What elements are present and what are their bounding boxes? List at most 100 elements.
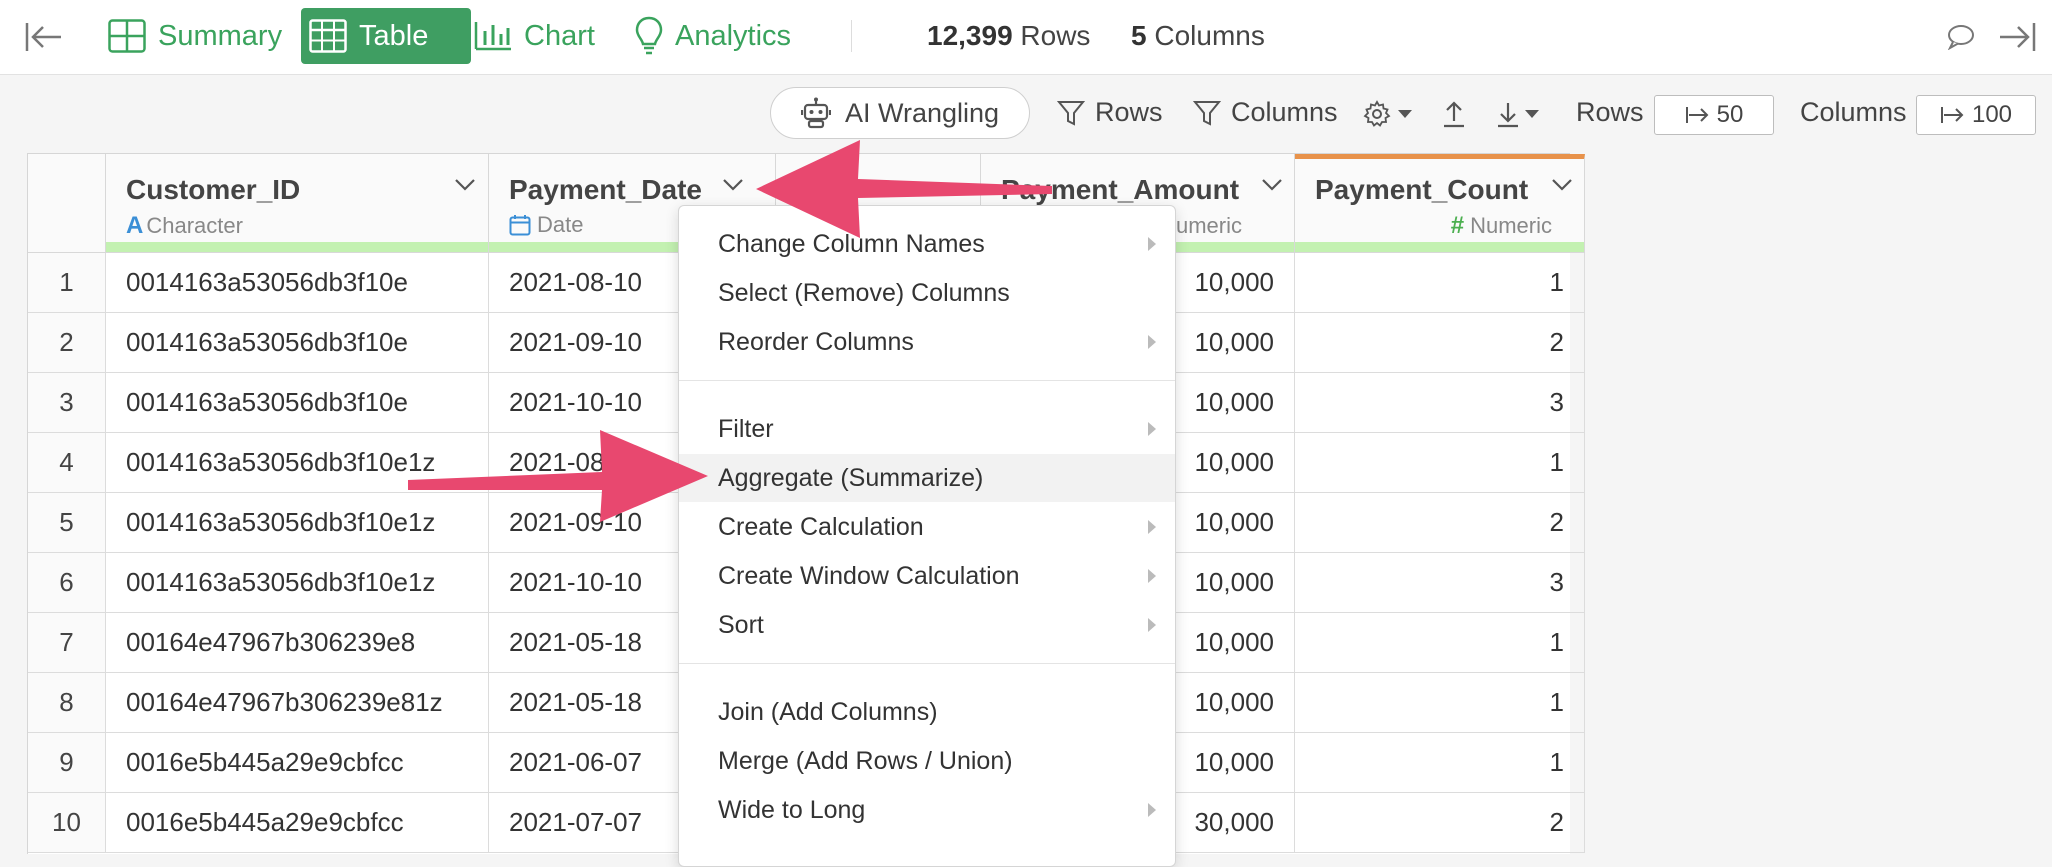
column-type: # Numeric xyxy=(1451,212,1552,240)
menu-item-aggregate-summarize[interactable]: Aggregate (Summarize) xyxy=(679,454,1175,502)
row-index: 4 xyxy=(28,433,106,493)
chevron-down-icon[interactable] xyxy=(722,178,744,197)
menu-item-create-calculation[interactable]: Create Calculation xyxy=(679,503,1175,551)
row-index: 8 xyxy=(28,673,106,733)
column-header-customer-id[interactable]: Customer_ID A Character xyxy=(106,154,489,253)
menu-divider xyxy=(679,380,1175,381)
payment-count-cell[interactable]: 2 xyxy=(1295,793,1585,853)
menu-item-label: Merge (Add Rows / Union) xyxy=(718,746,1013,775)
rows-filter-button[interactable]: Rows xyxy=(1057,97,1163,128)
tab-table[interactable]: Table xyxy=(301,8,471,64)
tab-chart[interactable]: Chart xyxy=(466,8,607,64)
column-name: Payment_Count xyxy=(1315,174,1529,205)
tab-chart-label: Chart xyxy=(524,19,595,52)
tab-analytics[interactable]: Analytics xyxy=(627,8,803,64)
column-type: Date xyxy=(509,212,583,238)
column-type-label: Numeric xyxy=(1470,213,1552,238)
tab-summary[interactable]: Summary xyxy=(100,8,294,64)
menu-divider xyxy=(679,663,1175,664)
filter-icon xyxy=(1057,100,1085,126)
payment-count-cell[interactable]: 3 xyxy=(1295,553,1585,613)
column-header-payment-count[interactable]: Payment_Count # Numeric xyxy=(1295,154,1585,253)
menu-item-label: Select (Remove) Columns xyxy=(718,278,1010,307)
menu-item-wide-to-long[interactable]: Wide to Long xyxy=(679,786,1175,834)
columns-limit-input[interactable]: 100 xyxy=(1916,95,2036,135)
submenu-arrow-icon xyxy=(1148,520,1156,534)
robot-icon xyxy=(800,97,831,129)
download-dropdown[interactable] xyxy=(1492,97,1544,131)
rows-limit-input[interactable]: 50 xyxy=(1654,95,1774,135)
customer-id-cell[interactable]: 00164e47967b306239e8 xyxy=(106,613,489,673)
upload-icon[interactable] xyxy=(1439,97,1469,131)
columns-filter-button[interactable]: Columns xyxy=(1193,97,1338,128)
tab-summary-label: Summary xyxy=(158,19,283,52)
settings-dropdown[interactable] xyxy=(1361,97,1415,131)
menu-item-label: Filter xyxy=(718,414,774,443)
customer-id-cell[interactable]: 0016e5b445a29e9cbfcc xyxy=(106,733,489,793)
menu-item-label: Join (Add Columns) xyxy=(718,697,938,726)
numeric-type-icon: # xyxy=(1450,212,1465,239)
columns-limit-value: 100 xyxy=(1971,101,2013,128)
payment-count-cell[interactable]: 1 xyxy=(1295,673,1585,733)
payment-count-cell[interactable]: 3 xyxy=(1295,373,1585,433)
menu-item-label: Sort xyxy=(718,610,764,639)
row-count-label: Rows xyxy=(1020,20,1091,51)
data-toolbar: AI Wrangling Rows Columns Rows 50 Column… xyxy=(0,75,2052,155)
customer-id-cell[interactable]: 0014163a53056db3f10e xyxy=(106,373,489,433)
menu-item-select-remove-columns[interactable]: Select (Remove) Columns xyxy=(679,269,1175,317)
collapse-left-icon[interactable] xyxy=(24,18,64,56)
arrow-right-bar-icon xyxy=(1685,107,1709,123)
comment-icon[interactable] xyxy=(1944,20,1978,54)
menu-item-label: Change Column Names xyxy=(718,229,985,258)
row-index: 2 xyxy=(28,313,106,373)
payment-count-cell[interactable]: 1 xyxy=(1295,253,1585,313)
menu-item-label: Aggregate (Summarize) xyxy=(718,463,984,492)
summary-grid-icon xyxy=(108,19,146,53)
lightbulb-icon xyxy=(635,16,663,55)
calendar-icon xyxy=(509,215,531,236)
menu-item-label: Create Window Calculation xyxy=(718,561,1020,590)
caret-down-icon xyxy=(1398,110,1412,118)
quality-bar xyxy=(106,242,488,252)
customer-id-cell[interactable]: 0014163a53056db3f10e1z xyxy=(106,493,489,553)
customer-id-cell[interactable]: 0014163a53056db3f10e1z xyxy=(106,553,489,613)
customer-id-cell[interactable]: 0014163a53056db3f10e1z xyxy=(106,433,489,493)
menu-item-sort[interactable]: Sort xyxy=(679,601,1175,649)
ai-wrangling-button[interactable]: AI Wrangling xyxy=(770,87,1030,139)
payment-count-cell[interactable]: 2 xyxy=(1295,493,1585,553)
payment-count-cell[interactable]: 1 xyxy=(1295,433,1585,493)
menu-item-create-window-calculation[interactable]: Create Window Calculation xyxy=(679,552,1175,600)
payment-count-cell[interactable]: 2 xyxy=(1295,313,1585,373)
customer-id-cell[interactable]: 0014163a53056db3f10e xyxy=(106,313,489,373)
menu-item-label: Create Calculation xyxy=(718,512,924,541)
filter-icon xyxy=(1193,100,1221,126)
chevron-down-icon[interactable] xyxy=(1551,178,1573,197)
nav-divider xyxy=(851,20,852,52)
chevron-down-icon[interactable] xyxy=(1261,178,1283,197)
menu-item-join-add-columns[interactable]: Join (Add Columns) xyxy=(679,688,1175,736)
caret-down-icon xyxy=(1525,110,1539,118)
submenu-arrow-icon xyxy=(1148,422,1156,436)
column-name: Payment_Amount xyxy=(1001,174,1240,205)
customer-id-cell[interactable]: 0014163a53056db3f10e xyxy=(106,253,489,313)
chevron-down-icon[interactable] xyxy=(454,178,476,197)
menu-item-reorder-columns[interactable]: Reorder Columns xyxy=(679,318,1175,366)
column-context-menu: Change Column Names Select (Remove) Colum… xyxy=(678,205,1176,867)
menu-item-filter[interactable]: Filter xyxy=(679,405,1175,453)
menu-item-merge-add-rows-union[interactable]: Merge (Add Rows / Union) xyxy=(679,737,1175,785)
gear-icon xyxy=(1363,100,1391,127)
menu-item-change-column-names[interactable]: Change Column Names xyxy=(679,220,1175,268)
column-type-label: Character xyxy=(146,213,243,238)
columns-limit-label: Columns xyxy=(1800,97,1907,127)
column-name: Customer_ID xyxy=(126,174,301,205)
payment-count-cell[interactable]: 1 xyxy=(1295,613,1585,673)
table-icon xyxy=(309,19,347,53)
arrow-right-bar-icon xyxy=(1940,107,1964,123)
submenu-arrow-icon xyxy=(1148,803,1156,817)
column-count-label: Columns xyxy=(1154,20,1265,51)
payment-count-cell[interactable]: 1 xyxy=(1295,733,1585,793)
collapse-right-icon[interactable] xyxy=(1996,18,2038,56)
customer-id-cell[interactable]: 0016e5b445a29e9cbfcc xyxy=(106,793,489,853)
columns-filter-label: Columns xyxy=(1231,97,1338,127)
customer-id-cell[interactable]: 00164e47967b306239e81z xyxy=(106,673,489,733)
